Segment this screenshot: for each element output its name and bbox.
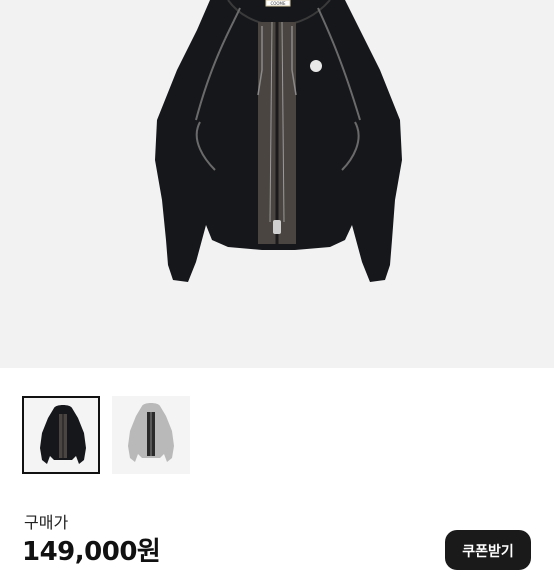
coupon-button[interactable]: 쿠폰받기 (445, 530, 531, 570)
black-hoodie-thumbnail[interactable] (22, 396, 100, 474)
hoodie-illustration: COOME (155, 0, 402, 282)
label-tag-text: COOME (270, 1, 286, 6)
product-main-image: COOME (0, 0, 554, 368)
grey-hoodie-thumbnail[interactable] (112, 396, 190, 474)
grey-hoodie-thumb-icon (128, 403, 174, 462)
price-label: 구매가 (24, 513, 69, 532)
logo-patch (310, 60, 322, 72)
product-price: 149,000원 (22, 537, 161, 567)
black-hoodie-thumb-icon (40, 405, 86, 464)
